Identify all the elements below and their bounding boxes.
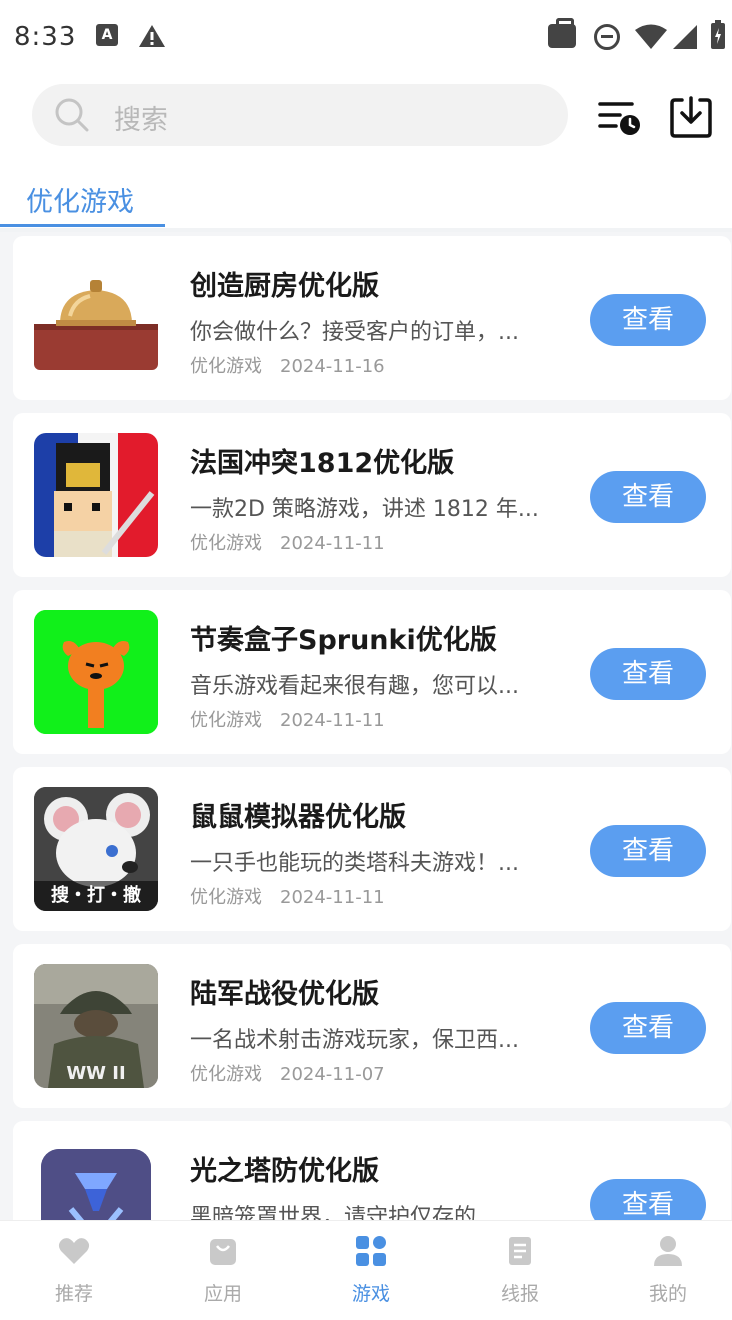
game-description: 你会做什么？接受客户的订单，... [190, 320, 519, 345]
notification-a-icon: A [96, 24, 118, 46]
icon-caption: WW II [66, 1063, 126, 1084]
nav-games[interactable]: 游戏 [321, 1235, 421, 1306]
search-icon [55, 98, 89, 132]
game-title: 法国冲突1812优化版 [190, 448, 455, 479]
game-category: 优化游戏 [190, 1064, 262, 1085]
work-profile-icon [548, 18, 576, 48]
kitchen-bell-icon [34, 256, 158, 380]
heart-icon [58, 1238, 90, 1264]
view-button[interactable]: 查看 [590, 648, 706, 700]
game-meta: 优化游戏 2024-11-16 [190, 352, 385, 378]
nav-profile[interactable]: 我的 [618, 1235, 718, 1306]
game-description: 黑暗笼罩世界，请守护仅存的... [190, 1205, 497, 1220]
game-meta: 优化游戏 2024-11-11 [190, 529, 385, 555]
cell-signal-icon [673, 25, 697, 49]
view-button[interactable]: 查看 [590, 471, 706, 523]
game-meta: 优化游戏 2024-11-11 [190, 706, 385, 732]
tower-icon [41, 1149, 151, 1220]
user-icon [654, 1236, 682, 1266]
do-not-disturb-icon [594, 24, 620, 50]
document-icon [509, 1237, 531, 1265]
grid-icon [356, 1236, 386, 1266]
soldier-icon [34, 433, 158, 557]
game-date: 2024-11-11 [280, 887, 385, 908]
nav-recommend[interactable]: 推荐 [24, 1235, 124, 1306]
tab-indicator [0, 224, 165, 227]
view-button[interactable]: 查看 [590, 1179, 706, 1220]
game-meta: 优化游戏 2024-11-07 [190, 1060, 385, 1086]
game-meta: 优化游戏 2024-11-11 [190, 883, 385, 909]
status-time: 8:33 [14, 22, 77, 52]
game-title: 创造厨房优化版 [190, 271, 379, 302]
game-description: 一只手也能玩的类塔科夫游戏！... [190, 851, 519, 876]
game-category: 优化游戏 [190, 356, 262, 377]
nav-news[interactable]: 线报 [470, 1235, 570, 1306]
sprunki-icon [34, 610, 158, 734]
game-list[interactable]: 创造厨房优化版 你会做什么？接受客户的订单，... 优化游戏 2024-11-16… [0, 232, 732, 1220]
game-category: 优化游戏 [190, 533, 262, 554]
icon-caption: 搜・打・撤 [34, 881, 158, 911]
game-date: 2024-11-11 [280, 533, 385, 554]
nav-label: 游戏 [351, 1283, 390, 1305]
soldier-helmet-icon: WW II [34, 964, 158, 1088]
game-category: 优化游戏 [190, 887, 262, 908]
game-category: 优化游戏 [190, 710, 262, 731]
game-title: 鼠鼠模拟器优化版 [190, 802, 406, 833]
tab-optimized-games[interactable]: 优化游戏 [26, 180, 134, 219]
history-list-icon[interactable] [596, 94, 642, 140]
nav-label: 线报 [500, 1283, 539, 1305]
wifi-icon [635, 24, 667, 49]
view-button[interactable]: 查看 [590, 294, 706, 346]
game-title: 陆军战役优化版 [190, 979, 379, 1010]
game-card[interactable]: 搜・打・撤 鼠鼠模拟器优化版 一只手也能玩的类塔科夫游戏！... 优化游戏 202… [13, 767, 731, 931]
tab-bar: 优化游戏 [0, 168, 732, 232]
game-description: 音乐游戏看起来很有趣，您可以... [190, 674, 519, 699]
mouse-icon: 搜・打・撤 [34, 787, 158, 911]
nav-label: 我的 [648, 1283, 687, 1305]
game-card[interactable]: 法国冲突1812优化版 一款2D 策略游戏，讲述 1812 年... 优化游戏 2… [13, 413, 731, 577]
search-input[interactable]: 搜索 [32, 84, 568, 146]
game-title: 节奏盒子Sprunki优化版 [190, 625, 497, 656]
game-card[interactable]: 创造厨房优化版 你会做什么？接受客户的订单，... 优化游戏 2024-11-16… [13, 236, 731, 400]
search-placeholder: 搜索 [114, 105, 168, 136]
game-card[interactable]: 光之塔防优化版 黑暗笼罩世界，请守护仅存的... 查看 [13, 1121, 731, 1220]
game-card[interactable]: 节奏盒子Sprunki优化版 音乐游戏看起来很有趣，您可以... 优化游戏 202… [13, 590, 731, 754]
game-date: 2024-11-11 [280, 710, 385, 731]
game-date: 2024-11-07 [280, 1064, 385, 1085]
bag-icon [210, 1239, 236, 1265]
download-icon[interactable] [668, 94, 714, 140]
view-button[interactable]: 查看 [590, 1002, 706, 1054]
view-button[interactable]: 查看 [590, 825, 706, 877]
game-date: 2024-11-16 [280, 356, 385, 377]
game-title: 光之塔防优化版 [190, 1156, 379, 1187]
game-card[interactable]: WW II 陆军战役优化版 一名战术射击游戏玩家，保卫西... 优化游戏 2024… [13, 944, 731, 1108]
status-bar: 8:33 A [0, 0, 732, 76]
warning-icon [139, 25, 165, 47]
game-description: 一名战术射击游戏玩家，保卫西... [190, 1028, 519, 1053]
nav-apps[interactable]: 应用 [173, 1235, 273, 1306]
nav-label: 推荐 [54, 1283, 93, 1305]
nav-label: 应用 [203, 1283, 242, 1305]
game-description: 一款2D 策略游戏，讲述 1812 年... [190, 497, 539, 522]
battery-icon [711, 20, 725, 49]
bottom-nav: 推荐 应用 游戏 线报 我的 [0, 1220, 732, 1320]
